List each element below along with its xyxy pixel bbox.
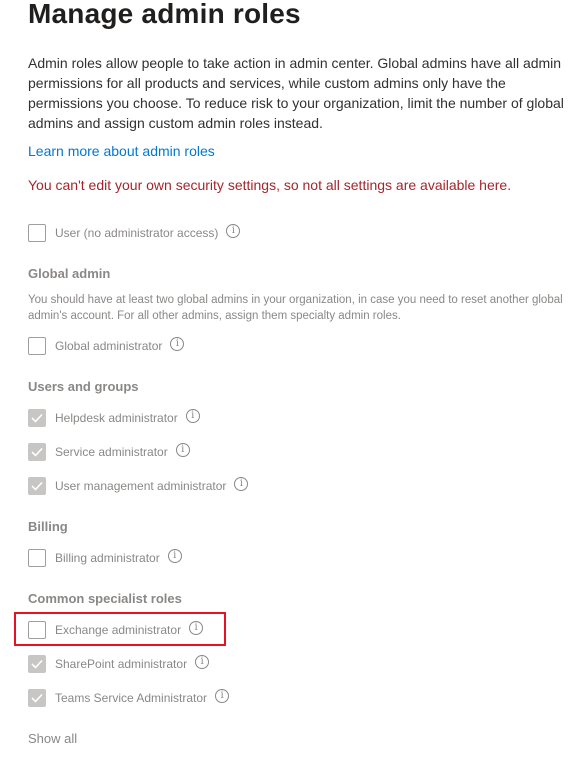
learn-more-link[interactable]: Learn more about admin roles (28, 143, 215, 159)
role-label: Helpdesk administrator (55, 411, 178, 425)
group-heading-users-and-groups: Users and groups (28, 379, 139, 394)
checkmark-icon (31, 693, 43, 703)
role-row-service-administrator: Service administrator i (28, 442, 190, 462)
global-admin-note: You should have at least two global admi… (28, 294, 563, 322)
role-row-sharepoint-administrator: SharePoint administrator i (28, 654, 210, 674)
billing-administrator-checkbox[interactable] (28, 549, 46, 567)
role-label: User management administrator (55, 479, 227, 493)
info-icon[interactable]: i (167, 549, 182, 563)
show-all-link[interactable]: Show all (28, 731, 77, 746)
role-row-exchange-administrator: Exchange administrator i (28, 620, 204, 640)
checkmark-icon (31, 447, 43, 457)
group-heading-common-specialist-roles: Common specialist roles (28, 591, 182, 606)
page-title: Manage admin roles (28, 0, 301, 29)
exchange-administrator-checkbox[interactable] (28, 621, 46, 639)
info-icon[interactable]: i (234, 477, 249, 491)
group-heading-billing: Billing (28, 519, 68, 534)
checkmark-icon (31, 659, 43, 669)
service-administrator-checkbox[interactable] (28, 443, 46, 461)
role-label: Exchange administrator (55, 623, 182, 637)
role-row-teams-service-administrator: Teams Service Administrator i (28, 688, 230, 708)
group-heading-global-admin: Global admin (28, 266, 111, 281)
teams-service-administrator-checkbox[interactable] (28, 689, 46, 707)
role-row-user-management-administrator: User management administrator i (28, 476, 249, 496)
info-icon[interactable]: i (215, 689, 230, 703)
role-label: Service administrator (55, 445, 168, 459)
info-icon[interactable]: i (226, 224, 241, 238)
info-icon[interactable]: i (189, 621, 204, 635)
role-label: User (no administrator access) (55, 226, 219, 240)
role-label: Global administrator (55, 339, 163, 353)
page-description: Admin roles allow people to take action … (28, 55, 564, 131)
info-icon[interactable]: i (195, 655, 210, 669)
helpdesk-administrator-checkbox[interactable] (28, 409, 46, 427)
role-label: SharePoint administrator (55, 657, 188, 671)
role-label: Billing administrator (55, 551, 160, 565)
checkmark-icon (31, 413, 43, 423)
sharepoint-administrator-checkbox[interactable] (28, 655, 46, 673)
global-administrator-checkbox[interactable] (28, 337, 46, 355)
role-row-helpdesk-administrator: Helpdesk administrator i (28, 408, 200, 428)
role-row-global-administrator: Global administrator i (28, 336, 185, 356)
info-icon[interactable]: i (185, 409, 200, 423)
warning-message: You can't edit your own security setting… (28, 177, 512, 193)
info-icon[interactable]: i (170, 337, 185, 351)
user-management-administrator-checkbox[interactable] (28, 477, 46, 495)
checkmark-icon (31, 481, 43, 491)
role-label: Teams Service Administrator (55, 691, 208, 705)
info-icon[interactable]: i (175, 443, 190, 457)
role-row-billing-administrator: Billing administrator i (28, 548, 182, 568)
user-role-checkbox[interactable] (28, 224, 46, 242)
role-row-user: User (no administrator access) i (28, 223, 241, 243)
